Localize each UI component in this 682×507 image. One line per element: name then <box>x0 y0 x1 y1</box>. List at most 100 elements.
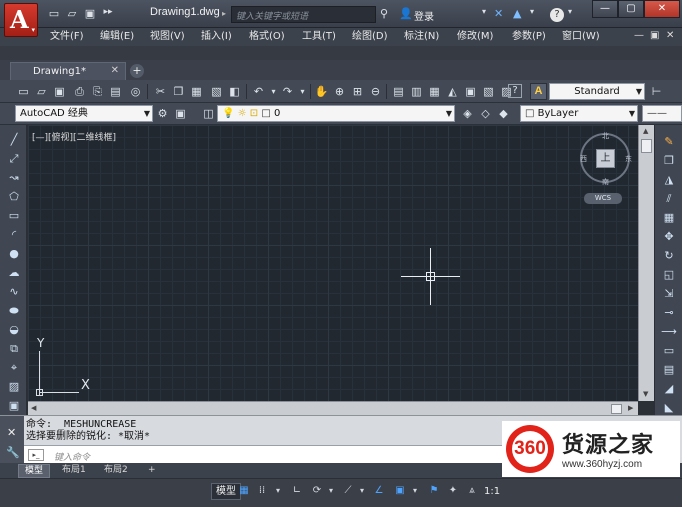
workspace-settings-icon[interactable]: ⚙ <box>155 106 170 121</box>
menu-tools[interactable]: 工具(T) <box>302 29 336 45</box>
compass-north[interactable]: 北 <box>602 131 609 141</box>
scale-icon[interactable]: ◱ <box>661 268 677 282</box>
circle-icon[interactable]: ● <box>6 247 22 261</box>
zoom-previous-icon[interactable]: ⊖ <box>368 84 383 99</box>
properties-icon[interactable]: ▤ <box>391 84 406 99</box>
chamfer-icon[interactable]: ◢ <box>661 382 677 396</box>
layer-state-icon[interactable]: ◆ <box>496 106 511 121</box>
spline-icon[interactable]: ∿ <box>6 285 22 299</box>
menu-window[interactable]: 窗口(W) <box>562 29 600 45</box>
viewport-controls-label[interactable]: [—][俯视][二维线框] <box>32 130 116 143</box>
erase-icon[interactable]: ✎ <box>661 135 677 149</box>
mirror-icon[interactable]: ◮ <box>661 173 677 187</box>
sheet-set-icon[interactable]: ◭ <box>445 84 460 99</box>
command-window-handle[interactable]: ✕ 🔧 <box>0 416 24 464</box>
add-layout-button[interactable]: + <box>142 464 162 478</box>
horizontal-scroll-thumb[interactable] <box>611 404 622 414</box>
line-icon[interactable]: ╱ <box>6 133 22 147</box>
construction-line-icon[interactable]: ⤢ <box>6 152 22 166</box>
vertical-scroll-thumb[interactable] <box>641 139 652 153</box>
match-properties-icon[interactable]: ▧ <box>209 84 224 99</box>
help-icon[interactable]: ? <box>508 84 522 98</box>
scroll-up-icon[interactable]: ▲ <box>643 127 648 135</box>
a360-icon[interactable]: ▲ <box>513 7 521 20</box>
3d-dwf-icon[interactable]: ◎ <box>128 84 143 99</box>
qnew-icon[interactable]: ▭ <box>16 84 31 99</box>
quick-access-more-icon[interactable]: ▸▸ <box>100 7 116 21</box>
osnap-dropdown-icon[interactable]: ▾ <box>408 484 422 498</box>
insert-block-icon[interactable]: ⧉ <box>6 342 22 356</box>
polar-tracking-icon[interactable]: ⟳ <box>310 484 324 498</box>
viewcube[interactable]: 北 西 东 南 上 <box>580 131 632 186</box>
menu-parametric[interactable]: 参数(P) <box>512 29 546 45</box>
polygon-icon[interactable]: ⬠ <box>6 190 22 204</box>
trim-icon[interactable]: ⊸ <box>661 306 677 320</box>
scroll-right-icon[interactable]: ▶ <box>628 404 633 412</box>
exchange-apps-icon[interactable]: ✕ <box>494 7 503 20</box>
tab-drawing1[interactable]: Drawing1* ✕ <box>10 62 126 80</box>
snap-icon[interactable]: ⁞⁞ <box>255 484 269 498</box>
tool-palettes-icon[interactable]: ▦ <box>427 84 442 99</box>
object-snap-icon[interactable]: ▣ <box>393 484 407 498</box>
open-file-icon[interactable]: ▱ <box>64 7 80 21</box>
save-icon[interactable]: ▣ <box>52 84 67 99</box>
menu-file[interactable]: 文件(F) <box>50 29 84 45</box>
polar-dropdown-icon[interactable]: ▾ <box>324 484 338 498</box>
text-style-icon[interactable]: A <box>530 83 547 100</box>
ellipse-arc-icon[interactable]: ◒ <box>6 323 22 337</box>
grid-icon[interactable]: ▦ <box>237 484 251 498</box>
wcs-menu-button[interactable]: WCS <box>584 193 622 204</box>
user-icon[interactable]: 👤 <box>399 7 413 20</box>
vertical-scrollbar[interactable]: ▲ ▼ <box>638 125 654 401</box>
menu-edit[interactable]: 编辑(E) <box>100 29 134 45</box>
redo-icon[interactable]: ↷ <box>280 84 295 99</box>
zoom-realtime-icon[interactable]: ⊕ <box>332 84 347 99</box>
application-menu-button[interactable]: A ▾ <box>4 3 38 37</box>
make-current-layer-icon[interactable]: ◈ <box>460 106 475 121</box>
object-snap-tracking-icon[interactable]: ∠ <box>372 484 386 498</box>
dimension-style-icon[interactable]: ⊢ <box>649 84 664 99</box>
block-editor-icon[interactable]: ◧ <box>227 84 242 99</box>
break-icon[interactable]: ▭ <box>661 344 677 358</box>
publish-icon[interactable]: ▤ <box>108 84 123 99</box>
offset-icon[interactable]: ⫽ <box>661 192 677 206</box>
tab-layout1[interactable]: 布局1 <box>56 464 92 478</box>
region-icon[interactable]: ▣ <box>6 399 22 413</box>
rotate-icon[interactable]: ↻ <box>661 249 677 263</box>
move-icon[interactable]: ✥ <box>661 230 677 244</box>
text-style-select[interactable]: Standard ▼ <box>549 83 645 100</box>
copy-object-icon[interactable]: ❐ <box>661 154 677 168</box>
open-icon[interactable]: ▱ <box>34 84 49 99</box>
annotation-visibility-icon[interactable]: ⚑ <box>427 484 441 498</box>
arc-icon[interactable]: ◜ <box>6 228 22 242</box>
ellipse-icon[interactable]: ⬬ <box>6 304 22 318</box>
binoculars-icon[interactable]: ⚲ <box>380 7 388 20</box>
menu-view[interactable]: 视图(V) <box>150 29 185 45</box>
menu-modify[interactable]: 修改(M) <box>457 29 493 45</box>
color-select[interactable]: □ ByLayer ▼ <box>520 105 638 122</box>
doc-restore-icon[interactable]: ▣ <box>650 30 659 41</box>
polyline-icon[interactable]: ↝ <box>6 171 22 185</box>
restore-button[interactable]: ▢ <box>618 0 644 18</box>
horizontal-scrollbar[interactable]: ◀ ▶ <box>28 401 638 415</box>
undo-dropdown-icon[interactable]: ▾ <box>266 84 281 99</box>
compass-west[interactable]: 西 <box>580 154 587 164</box>
tab-model[interactable]: 模型 <box>18 464 51 478</box>
stretch-icon[interactable]: ⇲ <box>661 287 677 301</box>
array-icon[interactable]: ▦ <box>661 211 677 225</box>
menu-dimension[interactable]: 标注(N) <box>404 29 439 45</box>
undo-icon[interactable]: ↶ <box>251 84 266 99</box>
layer-properties-icon[interactable]: ◫ <box>201 106 216 121</box>
fillet-icon[interactable]: ◣ <box>661 401 677 415</box>
join-icon[interactable]: ▤ <box>661 363 677 377</box>
hatch-icon[interactable]: ▨ <box>6 380 22 394</box>
isometric-drafting-icon[interactable]: ⟋ <box>341 484 355 498</box>
viewcube-top-face[interactable]: 上 <box>596 149 615 168</box>
annotation-scale-icon[interactable]: ⩓ <box>465 484 479 498</box>
pan-icon[interactable]: ✋ <box>314 84 329 99</box>
scroll-down-icon[interactable]: ▼ <box>643 390 648 398</box>
cut-icon[interactable]: ✂ <box>153 84 168 99</box>
new-file-icon[interactable]: ▭ <box>46 7 62 21</box>
help-dropdown-icon[interactable]: ▾ <box>568 7 572 16</box>
save-icon[interactable]: ▣ <box>82 7 98 21</box>
